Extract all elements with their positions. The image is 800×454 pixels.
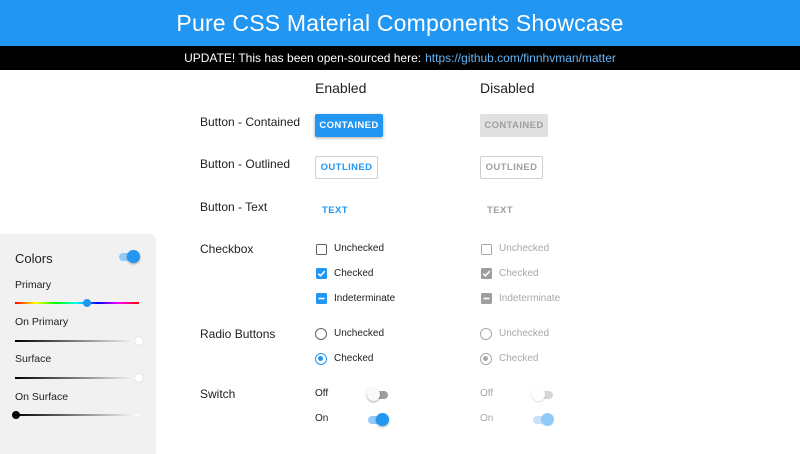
slider-label-on-primary: On Primary xyxy=(15,316,69,328)
row-label-contained: Button - Contained xyxy=(200,115,301,129)
radio-unchecked[interactable] xyxy=(315,328,327,340)
colors-panel-title: Colors xyxy=(15,251,53,266)
github-link[interactable]: https://github.com/finnhvman/matter xyxy=(425,51,616,65)
check-icon xyxy=(482,270,491,277)
row-label-checkbox: Checkbox xyxy=(200,242,254,256)
radio-checked[interactable] xyxy=(315,353,327,365)
row-label-switch: Switch xyxy=(200,387,236,401)
slider-thumb[interactable] xyxy=(83,299,91,307)
update-banner: UPDATE! This has been open-sourced here:… xyxy=(0,46,800,70)
checkbox-unchecked-disabled-label: Unchecked xyxy=(499,243,550,254)
switch-on-label: On xyxy=(315,413,329,424)
enabled-column-header: Enabled xyxy=(315,80,367,96)
switch-off-disabled-label: Off xyxy=(480,388,494,399)
text-button-disabled: TEXT xyxy=(487,205,513,216)
checkbox-unchecked-label: Unchecked xyxy=(334,243,385,254)
slider-label-on-surface: On Surface xyxy=(15,391,69,403)
checkbox-checked[interactable] xyxy=(316,268,327,279)
switch-on[interactable] xyxy=(367,412,389,428)
switch-on-disabled-label: On xyxy=(480,413,494,424)
slider-thumb[interactable] xyxy=(135,337,143,345)
slider-track xyxy=(15,302,139,304)
slider-label-surface: Surface xyxy=(15,353,52,365)
banner-text: UPDATE! This has been open-sourced here: xyxy=(184,51,422,65)
checkbox-checked-label: Checked xyxy=(334,268,374,279)
page-title: Pure CSS Material Components Showcase xyxy=(176,9,624,36)
disabled-column-header: Disabled xyxy=(480,80,535,96)
minus-icon xyxy=(483,297,490,300)
checkbox-indeterminate-disabled-label: Indeterminate xyxy=(499,293,561,304)
colors-panel: Colors Primary On Primary Surface On Sur… xyxy=(0,234,156,454)
radio-dot xyxy=(318,356,323,361)
checkbox-indeterminate-label: Indeterminate xyxy=(334,293,396,304)
radio-unchecked-disabled xyxy=(480,328,492,340)
check-icon xyxy=(317,270,326,277)
checkbox-checked-disabled xyxy=(481,268,492,279)
on-surface-slider[interactable] xyxy=(12,410,139,420)
radio-unchecked-label: Unchecked xyxy=(334,328,385,339)
row-label-outlined: Button - Outlined xyxy=(200,157,291,171)
checkbox-unchecked-disabled xyxy=(481,244,492,255)
row-label-text: Button - Text xyxy=(200,200,268,214)
switch-on-disabled xyxy=(532,412,554,428)
checkbox-indeterminate[interactable] xyxy=(316,293,327,304)
slider-track xyxy=(15,414,139,416)
outlined-button[interactable]: OUTLINED xyxy=(315,156,378,179)
radio-unchecked-disabled-label: Unchecked xyxy=(499,328,550,339)
checkbox-unchecked[interactable] xyxy=(316,244,327,255)
row-label-radio: Radio Buttons xyxy=(200,327,276,341)
switch-off[interactable] xyxy=(367,387,389,403)
switch-off-label: Off xyxy=(315,388,329,399)
radio-dot xyxy=(483,356,488,361)
outlined-button-disabled: OUTLINED xyxy=(480,156,543,179)
slider-track xyxy=(15,377,139,379)
colors-toggle[interactable] xyxy=(118,249,140,265)
switch-off-disabled xyxy=(532,387,554,403)
slider-track xyxy=(15,340,139,342)
slider-thumb[interactable] xyxy=(12,411,20,419)
checkbox-checked-disabled-label: Checked xyxy=(499,268,539,279)
checkbox-indeterminate-disabled xyxy=(481,293,492,304)
minus-icon xyxy=(318,297,325,300)
radio-checked-disabled xyxy=(480,353,492,365)
contained-button[interactable]: CONTAINED xyxy=(315,114,383,137)
text-button[interactable]: TEXT xyxy=(315,199,355,222)
on-primary-slider[interactable] xyxy=(15,336,143,346)
contained-button-disabled: CONTAINED xyxy=(480,114,548,137)
surface-slider[interactable] xyxy=(15,373,143,383)
radio-checked-disabled-label: Checked xyxy=(499,353,539,364)
slider-thumb[interactable] xyxy=(135,374,143,382)
radio-checked-label: Checked xyxy=(334,353,374,364)
primary-slider[interactable] xyxy=(15,298,139,308)
slider-label-primary: Primary xyxy=(15,279,52,291)
page-header: Pure CSS Material Components Showcase xyxy=(0,0,800,46)
